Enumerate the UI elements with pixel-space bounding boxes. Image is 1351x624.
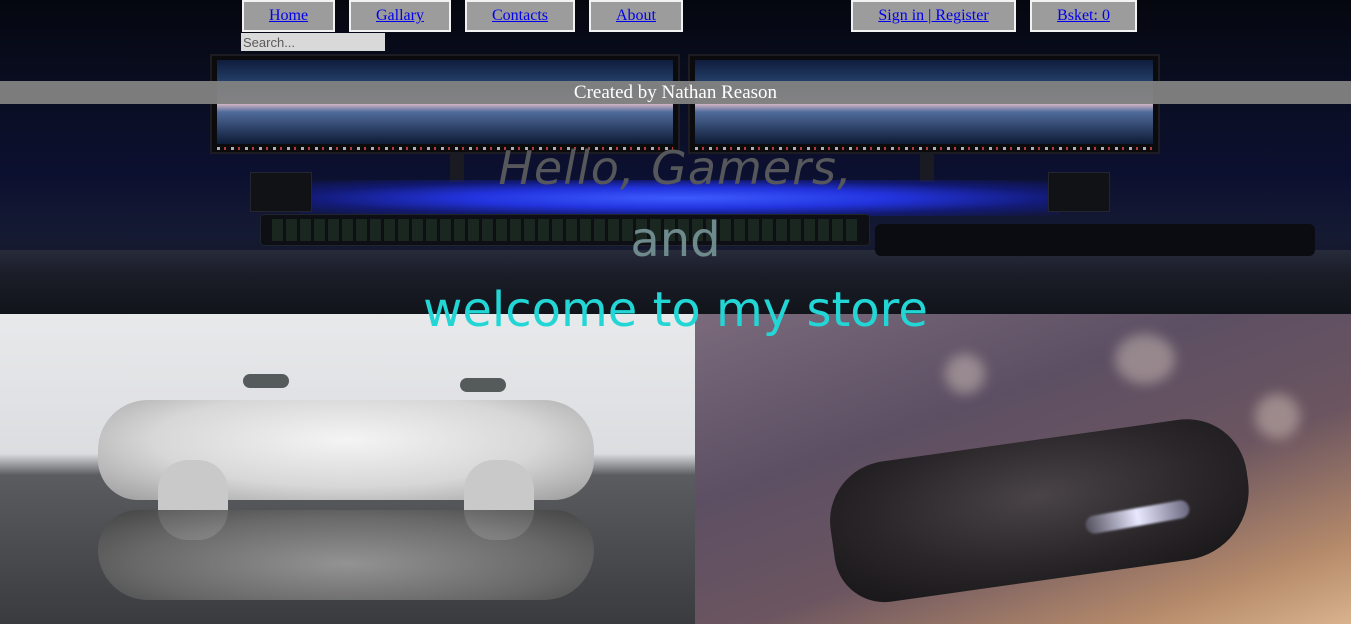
credit-text: Created by Nathan Reason <box>573 82 778 103</box>
signin-register-link[interactable]: Sign in | Register <box>878 7 988 25</box>
nav-about-link[interactable]: About <box>616 7 656 25</box>
monitor-right <box>688 54 1160 154</box>
nav-contacts-link[interactable]: Contacts <box>492 7 548 25</box>
thumbstick <box>243 374 289 388</box>
headline-welcome: welcome to my store <box>423 282 928 338</box>
nav-home-button[interactable]: Home <box>242 0 335 32</box>
basket-link[interactable]: Bsket: 0 <box>1057 7 1110 25</box>
controller-reflection <box>98 510 594 600</box>
white-controller-image <box>0 314 695 624</box>
white-controller <box>98 400 594 540</box>
credit-banner: Created by Nathan Reason <box>0 81 1351 104</box>
nav-contacts-button[interactable]: Contacts <box>465 0 575 32</box>
basket-button[interactable]: Bsket: 0 <box>1030 0 1137 32</box>
headline-and: and <box>630 212 721 268</box>
monitor-left <box>210 54 680 154</box>
nav-about-button[interactable]: About <box>589 0 683 32</box>
signin-register-button[interactable]: Sign in | Register <box>851 0 1016 32</box>
nav-gallery-link[interactable]: Gallary <box>376 7 424 25</box>
headline-greeting: Hello, Gamers, <box>498 141 853 195</box>
nav-home-link[interactable]: Home <box>269 7 308 25</box>
thumbstick <box>460 378 506 392</box>
page: Home Gallary Contacts About Sign in | Re… <box>0 0 1351 624</box>
nav-gallery-button[interactable]: Gallary <box>349 0 451 32</box>
search-input[interactable] <box>241 33 385 51</box>
